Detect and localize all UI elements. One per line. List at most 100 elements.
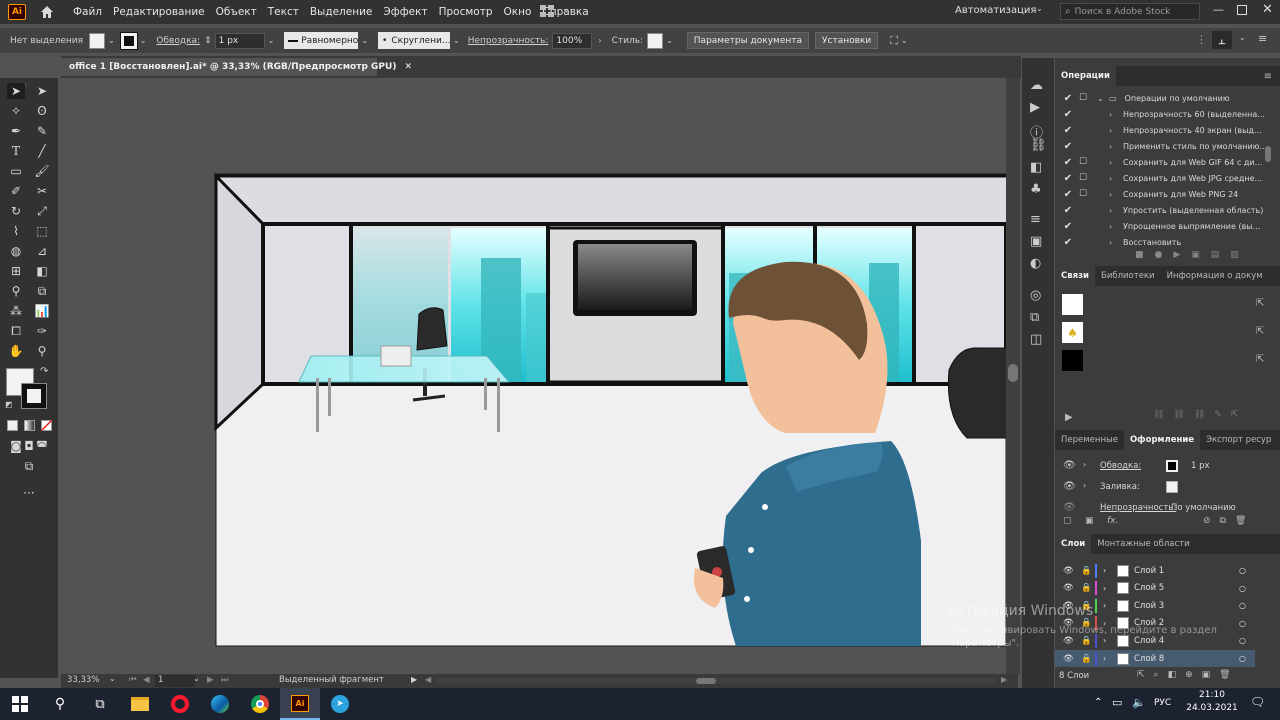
link-goto-icon-2[interactable]: ⇱ [1256,326,1264,337]
action-check-icon[interactable]: ✔ [1061,141,1075,152]
graphic-styles-icon[interactable]: ⧉ [1030,310,1039,325]
fill-dropdown-icon[interactable]: ⌄ [108,36,115,45]
appearance-footer-icons[interactable]: ⊘⧉🗑 [1203,516,1255,526]
edit-toolbar-icon[interactable]: ··· [20,485,38,501]
appearance-fill-label[interactable]: Заливка: [1100,482,1140,492]
stroke-stepper-icon[interactable]: ⇕ [204,36,212,46]
zoom-level[interactable]: 33,33% [67,675,99,685]
tab-export-assets[interactable]: Экспорт ресур [1200,430,1277,450]
artboard-dropdown-icon[interactable]: ⌄ [193,674,200,683]
width-tool-icon[interactable]: ⌇ [7,223,25,239]
zoom-dropdown-icon[interactable]: ⌄ [109,674,116,683]
taskbar-search-icon[interactable]: ⚲ [40,688,80,720]
lock-icon[interactable]: 🔒 [1081,654,1092,664]
menu-item-7[interactable]: Окно [504,6,532,18]
transparency-icon[interactable]: ◐ [1030,256,1041,271]
action-check-icon[interactable]: ✔ [1061,93,1075,104]
menu-item-2[interactable]: Объект [216,6,257,18]
stroke-swatch[interactable] [119,31,138,50]
tab-variables[interactable]: Переменные [1055,430,1124,450]
paintbrush-tool-icon[interactable]: 🖌 [33,163,51,179]
scissors-tool-icon[interactable]: ✂ [33,183,51,199]
selection-tool-icon[interactable]: ➤ [7,83,25,99]
curvature-tool-icon[interactable]: ✎ [33,123,51,139]
action-row[interactable]: ✔ › Упростить (выделенная область) [1055,202,1273,218]
opera-icon[interactable] [160,688,200,720]
menu-item-6[interactable]: Просмотр [439,6,493,18]
horizontal-scroll-thumb[interactable] [696,678,716,684]
notifications-icon[interactable]: 🗨 [1250,695,1265,709]
layer-expand-icon[interactable]: › [1103,601,1111,610]
shape-builder-tool-icon[interactable]: ◍ [7,243,25,259]
minimize-button[interactable]: — [1213,3,1224,16]
visibility-eye-icon[interactable]: 👁 [1063,583,1075,593]
layer-target-icon[interactable]: ○ [1239,619,1246,628]
action-row[interactable]: ✔ › Непрозрачность 40 экран (выд... [1055,122,1273,138]
illustrator-taskbar-icon[interactable]: Ai [280,688,320,720]
gradient-tool-icon[interactable]: ◧ [33,263,51,279]
stroke-weight-field[interactable]: 1 px [214,32,265,49]
add-effect-icon[interactable]: fx. [1107,516,1118,526]
action-row[interactable]: ✔ ☐ › Сохранить для Web PNG 24 [1055,186,1273,202]
add-new-stroke-icon[interactable]: ▢ [1063,516,1072,526]
hscroll-right-icon[interactable]: ▶ [1001,675,1007,684]
hscroll-left-icon[interactable]: ◀ [425,675,431,684]
mesh-tool-icon[interactable]: ⊞ [7,263,25,279]
action-check-icon[interactable]: ✔ [1061,221,1075,232]
close-tab-icon[interactable]: ✕ [404,62,412,72]
link-goto-icon-3[interactable]: ⇱ [1256,354,1264,365]
draw-inside-icon[interactable]: ◚ [33,438,51,454]
appearance-stroke-swatch[interactable] [1166,460,1178,472]
fill-expand-icon[interactable]: › [1083,481,1086,490]
lasso-tool-icon[interactable]: ʘ [33,103,51,119]
opacity-dropdown-icon[interactable]: › [598,36,601,45]
stock-search-input[interactable]: ⌕ Поиск в Adobe Stock [1060,3,1200,20]
links-footer-icons[interactable]: ⛓⛓⛓✎⇱ [1153,410,1247,420]
volume-icon[interactable]: 🔈 [1132,696,1146,709]
symbol-sprayer-tool-icon[interactable]: ⁂ [7,303,25,319]
opacity-label[interactable]: Непрозрачность: [468,36,549,46]
zoom-tool-icon[interactable]: ⚲ [33,343,51,359]
align-panel-dropdown-icon[interactable]: ⌄ [1239,33,1246,42]
arrange-documents-icon[interactable] [540,5,554,17]
telegram-icon[interactable]: ➤ [320,688,360,720]
action-check-icon[interactable]: ✔ [1061,205,1075,216]
lock-icon[interactable]: 🔒 [1081,583,1092,593]
action-row[interactable]: ✔ ☐ › Сохранить для Web JPG средне... [1055,170,1273,186]
task-view-icon[interactable]: ⧉ [80,688,120,720]
menu-icon[interactable]: ≡ [1258,32,1267,45]
document-tab[interactable]: office 1 [Восстановлен].ai* @ 33,33% (RG… [61,58,412,76]
style-dropdown-icon[interactable]: ⌄ [666,36,673,45]
screen-mode-icon[interactable]: ⧉ [20,458,38,474]
appearance-icon[interactable]: ◎ [1030,288,1041,303]
vertical-scroll-thumb[interactable] [1008,364,1018,382]
type-tool-icon[interactable]: T [7,143,25,159]
rotate-tool-icon[interactable]: ↻ [7,203,25,219]
prev-artboard-icon[interactable]: ◀ [143,675,150,685]
start-button[interactable] [0,688,40,720]
menu-item-4[interactable]: Выделение [310,6,373,18]
scale-tool-icon[interactable]: ⤢ [33,203,51,219]
blend-tool-icon[interactable]: ⧉ [33,283,51,299]
pen-tool-icon[interactable]: ✒ [7,123,25,139]
chrome-icon[interactable] [240,688,280,720]
tab-document-info[interactable]: Информация о докум [1161,266,1269,286]
none-mode-icon[interactable] [41,420,52,431]
align-dropdown-icon[interactable]: ⌄ [901,36,908,45]
action-expand-icon[interactable]: › [1109,206,1119,215]
magic-wand-tool-icon[interactable]: ✧ [7,103,25,119]
workspace-dropdown-icon[interactable]: ⌄ [1036,4,1043,13]
action-expand-icon[interactable]: › [1109,158,1119,167]
stroke-weight-dropdown-icon[interactable]: ⌄ [268,36,275,45]
next-artboard-icon[interactable]: ▶ [207,675,214,685]
action-expand-icon[interactable]: › [1109,110,1119,119]
gradient-mode-icon[interactable] [24,420,35,431]
last-artboard-icon[interactable]: ⏭ [221,675,229,685]
action-dialog-toggle-icon[interactable]: ☐ [1079,157,1093,167]
menu-item-1[interactable]: Редактирование [113,6,205,18]
stroke-profile-select[interactable]: Равномерно [284,32,359,49]
direct-selection-tool-icon[interactable]: ➤ [33,83,51,99]
action-expand-icon[interactable]: › [1109,238,1119,247]
vertical-scrollbar[interactable] [1006,78,1020,674]
actions-footer-icons[interactable]: ■●▶▣▤▥ [1135,250,1250,260]
